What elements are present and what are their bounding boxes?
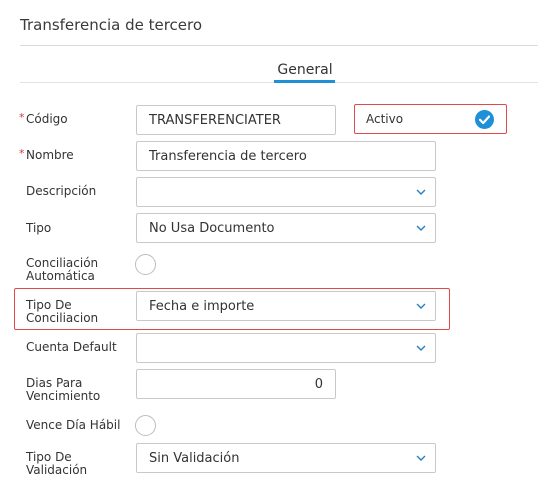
tipo-de-validacion-value: Sin Validación (149, 450, 240, 466)
dias-para-vencimiento-label: Dias Para Vencimiento (26, 376, 101, 403)
tipo-value: No Usa Documento (149, 220, 275, 236)
required-marker: * (19, 147, 25, 160)
tipo-select[interactable]: No Usa Documento (136, 213, 436, 243)
activo-label: Activo (366, 112, 404, 126)
conciliacion-automatica-toggle[interactable] (135, 254, 156, 275)
vence-dia-habil-toggle[interactable] (135, 415, 156, 436)
dias-para-vencimiento-input[interactable]: 0 (136, 369, 336, 399)
codigo-label: Código (26, 112, 68, 126)
descripcion-select[interactable] (136, 177, 436, 207)
cuenta-default-label: Cuenta Default (26, 340, 117, 354)
descripcion-label: Descripción (26, 184, 97, 198)
chevron-down-icon[interactable] (415, 343, 427, 353)
nombre-input[interactable]: Transferencia de tercero (136, 141, 436, 171)
tab-active-indicator (274, 80, 335, 83)
codigo-input[interactable]: TRANSFERENCIATER (136, 105, 336, 135)
tipo-de-validacion-label: Tipo De Validación (26, 450, 88, 477)
activo-checkbox[interactable]: Activo (354, 104, 507, 134)
chevron-down-icon[interactable] (415, 223, 427, 233)
tipo-de-conciliacion-select[interactable]: Fecha e importe (136, 291, 436, 321)
checkmark-icon[interactable] (475, 110, 494, 129)
cuenta-default-select[interactable] (136, 333, 436, 363)
nombre-label: Nombre (26, 148, 74, 162)
tipo-de-conciliacion-label: Tipo De Conciliacion (26, 298, 99, 325)
page-title: Transferencia de tercero (20, 16, 203, 34)
chevron-down-icon[interactable] (415, 187, 427, 197)
chevron-down-icon[interactable] (415, 301, 427, 311)
tab-general[interactable]: General (268, 62, 342, 78)
header-divider (20, 45, 538, 46)
tipo-label: Tipo (26, 221, 52, 235)
tipo-de-validacion-select[interactable]: Sin Validación (136, 443, 436, 473)
conciliacion-automatica-label: Conciliación Automática (26, 256, 99, 283)
vence-dia-habil-label: Vence Día Hábil (26, 418, 121, 432)
tipo-de-conciliacion-value: Fecha e importe (149, 298, 255, 314)
required-marker: * (19, 111, 25, 124)
chevron-down-icon[interactable] (415, 453, 427, 463)
